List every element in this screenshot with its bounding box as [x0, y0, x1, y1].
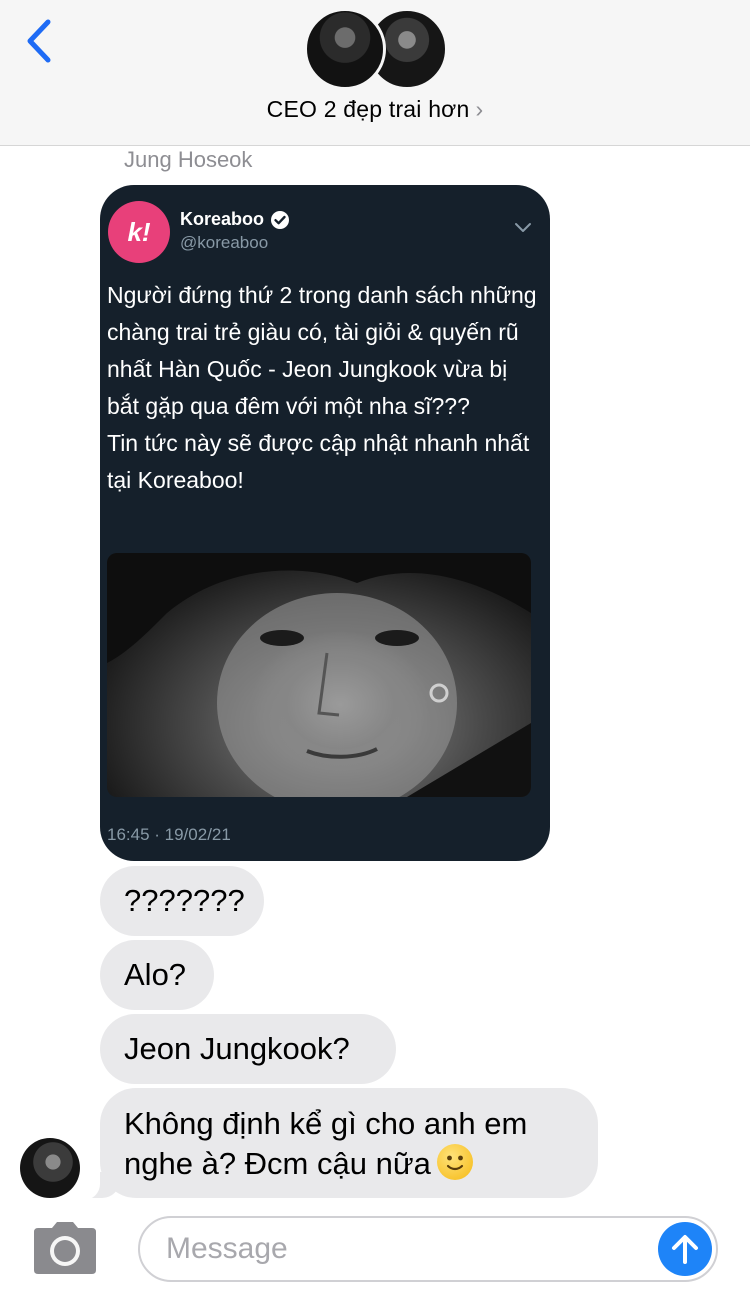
- send-button[interactable]: [658, 1222, 712, 1276]
- message-text: Alo?: [124, 957, 187, 992]
- message-input[interactable]: [166, 1218, 646, 1280]
- camera-button[interactable]: [32, 1220, 98, 1276]
- message-input-container: [138, 1216, 718, 1282]
- message-bubble[interactable]: Không định kể gì cho anh em nghe à? Đcm …: [100, 1088, 598, 1198]
- tweet-account-name: Koreaboo: [180, 209, 290, 230]
- koreaboo-logo: k!: [108, 201, 170, 263]
- sender-name: Jung Hoseok: [124, 147, 253, 172]
- conversation-title[interactable]: CEO 2 đẹp trai hơn ›: [0, 96, 750, 123]
- tweet-menu-button[interactable]: [514, 221, 532, 239]
- message-text: Jeon Jungkook?: [124, 1031, 350, 1066]
- conversation-header: CEO 2 đẹp trai hơn ›: [0, 0, 750, 146]
- slightly-smiling-face-icon: [436, 1144, 473, 1180]
- chevron-right-icon: ›: [475, 96, 484, 122]
- group-avatars[interactable]: [304, 8, 448, 90]
- message-bubble[interactable]: Jeon Jungkook?: [100, 1014, 396, 1084]
- back-button[interactable]: [22, 16, 56, 66]
- message-bubble[interactable]: ???????: [100, 866, 264, 936]
- portrait-image: [107, 553, 531, 797]
- chevron-left-icon: [27, 19, 51, 63]
- shared-tweet-card[interactable]: k! Koreaboo @koreaboo Người đứng thứ 2 t…: [100, 185, 550, 861]
- tweet-timestamp: 16:45 · 19/02/21: [107, 825, 231, 844]
- verified-badge-icon: [271, 210, 290, 229]
- tweet-text: Người đứng thứ 2 trong danh sách những c…: [107, 282, 537, 493]
- chevron-down-icon: [515, 223, 531, 232]
- koreaboo-logo-text: k!: [127, 216, 151, 247]
- message-text: ???????: [124, 883, 245, 918]
- tweet-photo[interactable]: [107, 553, 531, 797]
- message-text-wrap: Không định kể gì cho anh em nghe à? Đcm …: [124, 1104, 527, 1184]
- tweet-account-name-text: Koreaboo: [180, 209, 265, 229]
- group-avatar-1: [304, 8, 386, 90]
- tweet-handle: @koreaboo: [180, 233, 269, 252]
- arrow-up-icon: [672, 1235, 698, 1264]
- message-bubble[interactable]: Alo?: [100, 940, 214, 1010]
- contact-avatar[interactable]: [20, 1138, 80, 1198]
- camera-icon: [34, 1222, 96, 1274]
- conversation-title-text: CEO 2 đẹp trai hơn: [266, 96, 470, 122]
